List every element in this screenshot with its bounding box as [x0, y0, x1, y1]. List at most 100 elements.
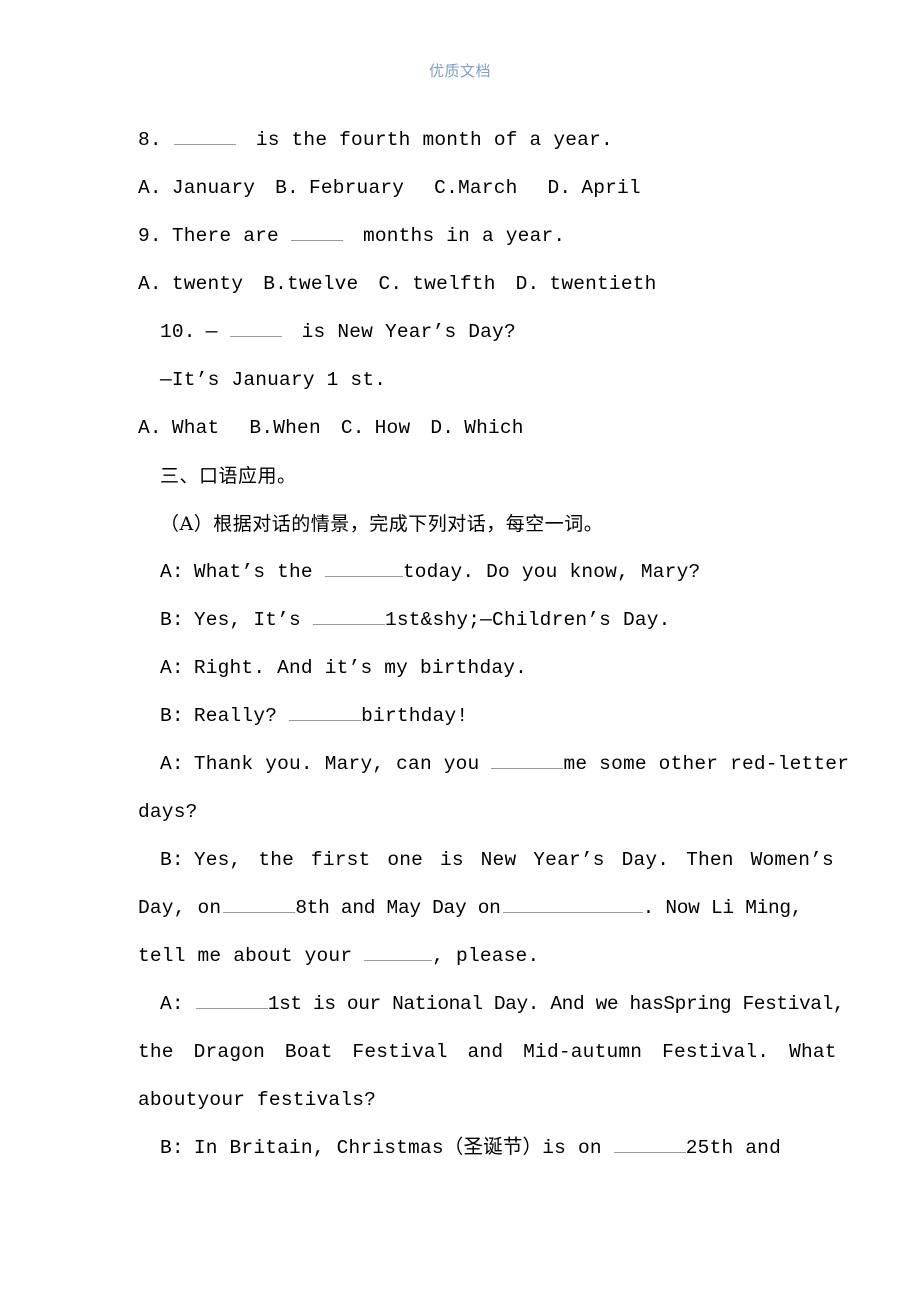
dialogue-6-blank-3[interactable] [364, 942, 433, 961]
dialogue-1-text-a: What’s the [193, 561, 313, 583]
option-9-c-text[interactable]: twelfth [412, 273, 495, 295]
dialogue-3-text-a: Right. And it’s my birthday. [193, 657, 528, 679]
dialogue-line-6-cont2: tell me about your , please. [138, 932, 782, 980]
option-10-c-letter: C. [340, 417, 365, 439]
question-9-stem-after: months in a year. [362, 225, 566, 247]
dialogue-2-text-a: Yes, It’s [193, 609, 301, 631]
option-10-a-text[interactable]: What [172, 417, 220, 439]
dialogue-5-blank[interactable] [491, 750, 564, 769]
dialogue-5-text-a: Thank you. Mary, can you [193, 753, 480, 775]
dialogue-2-speaker: B: [160, 609, 184, 631]
section-heading: 三、口语应用。 [138, 452, 782, 500]
question-8-blank[interactable] [173, 126, 236, 145]
question-10-dash: — [205, 321, 218, 343]
question-9-stem: 9. There are months in a year. [138, 212, 782, 260]
dialogue-3-speaker: A: [160, 657, 184, 679]
dialogue-line-5: A: Thank you. Mary, can you me some other … [138, 740, 849, 788]
option-9-c-letter: C. [378, 273, 403, 295]
document-body: 8. is the fourth month of a year. A. Janua… [138, 116, 849, 1172]
dialogue-7-text-c: aboutyour festivals? [138, 1089, 377, 1111]
option-8-c-letter: C. [434, 177, 458, 199]
option-8-a-text[interactable]: January [172, 177, 255, 199]
dialogue-6-blank-2[interactable] [502, 894, 643, 913]
dialogue-1-blank[interactable] [324, 558, 403, 577]
option-9-d-letter: D. [515, 273, 540, 295]
dialogue-8-blank[interactable] [613, 1134, 686, 1153]
dialogue-7-blank[interactable] [195, 990, 268, 1009]
dialogue-7-text-a: 1st is our National Day. And we hasSprin… [267, 993, 845, 1015]
dialogue-7-speaker: A: [160, 993, 184, 1015]
question-10-number: 10. [160, 321, 196, 343]
dialogue-4-speaker: B: [160, 705, 184, 727]
option-9-a-letter: A. [138, 273, 162, 295]
question-9-stem-before: There are [171, 225, 279, 247]
dialogue-8-text-b: 25th and [685, 1137, 781, 1159]
dialogue-6-blank-1[interactable] [223, 894, 296, 913]
option-10-a-letter: A. [138, 417, 162, 439]
question-8-stem: 8. is the fourth month of a year. [138, 116, 782, 164]
dialogue-4-text-b: birthday! [361, 705, 469, 727]
dialogue-1-speaker: A: [160, 561, 184, 583]
dialogue-6-text-d: . Now Li Ming, [642, 897, 803, 919]
dialogue-4-text-a: Really? [193, 705, 278, 727]
dialogue-line-6: B: Yes, the first one is New Year’s Day. … [138, 836, 834, 884]
question-10-blank[interactable] [229, 318, 282, 337]
document-watermark-header: 优质文档 [428, 62, 491, 80]
question-9-options: A. twenty B.twelve C. twelfth D. twentieth [138, 260, 782, 308]
dialogue-6-text-f: , please. [432, 945, 540, 967]
question-8-number: 8. [138, 129, 162, 151]
dialogue-7-text-b: the Dragon Boat Festival and Mid-autumn … [138, 1041, 837, 1063]
option-10-b-text[interactable]: When [273, 417, 321, 439]
dialogue-line-8: B: In Britain, Christmas（圣诞节）is on 25th an… [138, 1124, 782, 1172]
question-10-answer: —It’s January 1 st. [138, 356, 782, 404]
section-heading-text: 三、口语应用。 [160, 465, 297, 487]
section-subheading: （A）根据对话的情景，完成下列对话，每空一词。 [138, 500, 782, 548]
option-8-b-text[interactable]: February [309, 177, 404, 199]
option-8-b-letter: B. [275, 177, 299, 199]
question-8-options: A. January B. February C.March D. April [138, 164, 782, 212]
question-9-number: 9. [138, 225, 162, 247]
dialogue-line-2: B: Yes, It’s 1st&shy;—Children’s Day. [138, 596, 782, 644]
option-9-b-letter: B. [263, 273, 288, 295]
dialogue-line-4: B: Really? birthday! [138, 692, 782, 740]
option-9-b-text[interactable]: twelve [287, 273, 358, 295]
question-10-answer-text: —It’s January 1 st. [160, 369, 387, 391]
dialogue-line-1: A: What’s the today. Do you know, Mary? [138, 548, 782, 596]
dialogue-2-text-b: 1st&shy;—Children’s Day. [384, 609, 671, 631]
dialogue-line-5-cont: days? [138, 788, 782, 836]
question-10-options: A. What B.When C. How D. Which [138, 404, 782, 452]
option-9-d-text[interactable]: twentieth [549, 273, 656, 295]
dialogue-1-text-b: today. Do you know, Mary? [402, 561, 701, 583]
dialogue-line-6-cont1: Day, on 8th and May Day on . Now Li Ming, [138, 884, 803, 932]
document-page: 优质文档 8. is the fourth month of a year. A.… [0, 0, 920, 1302]
dialogue-8-speaker: B: [160, 1137, 184, 1159]
option-8-d-letter: D. [547, 177, 572, 199]
dialogue-6-text-b: Day, on [138, 897, 222, 919]
dialogue-4-blank[interactable] [289, 702, 362, 721]
option-10-c-text[interactable]: How [375, 417, 411, 439]
question-8-stem-text: is the fourth month of a year. [255, 129, 613, 151]
dialogue-5-speaker: A: [160, 753, 184, 775]
question-9-blank[interactable] [290, 222, 343, 241]
section-subheading-text: （A）根据对话的情景，完成下列对话，每空一词。 [160, 513, 604, 535]
dialogue-6-speaker: B: [160, 849, 184, 871]
question-10-stem: 10. — is New Year’s Day? [138, 308, 782, 356]
dialogue-6-text-a: Yes, the first one is New Year’s Day. Th… [193, 849, 834, 871]
dialogue-5-text-b: me some other red-letter [563, 753, 850, 775]
option-8-c-text[interactable]: March [458, 177, 518, 199]
option-8-d-text[interactable]: April [581, 177, 641, 199]
dialogue-6-text-c: 8th and May Day on [295, 897, 501, 919]
dialogue-5-text-c: days? [138, 801, 198, 823]
option-9-a-text[interactable]: twenty [172, 273, 243, 295]
dialogue-line-3: A: Right. And it’s my birthday. [138, 644, 782, 692]
option-10-b-letter: B. [249, 417, 274, 439]
dialogue-2-blank[interactable] [312, 606, 385, 625]
question-10-stem-after: is New Year’s Day? [301, 321, 516, 343]
dialogue-line-7-cont1: the Dragon Boat Festival and Mid-autumn … [138, 1028, 837, 1076]
option-10-d-text[interactable]: Which [464, 417, 524, 439]
dialogue-line-7-cont2: aboutyour festivals? [138, 1076, 782, 1124]
option-10-d-letter: D. [430, 417, 455, 439]
dialogue-6-text-e: tell me about your [138, 945, 353, 967]
dialogue-8-text-a: In Britain, Christmas（圣诞节）is on [193, 1137, 602, 1159]
option-8-a-letter: A. [138, 177, 162, 199]
